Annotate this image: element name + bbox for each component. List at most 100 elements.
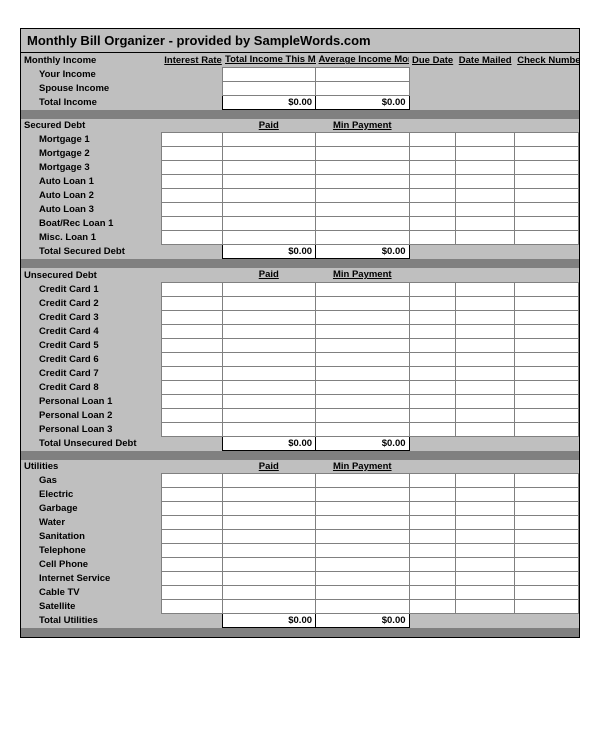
input-cell[interactable] bbox=[514, 488, 578, 502]
input-cell[interactable] bbox=[514, 338, 578, 352]
input-cell[interactable] bbox=[316, 600, 410, 614]
input-cell[interactable] bbox=[222, 67, 316, 81]
input-cell[interactable] bbox=[222, 324, 316, 338]
input-cell[interactable] bbox=[456, 380, 514, 394]
input-cell[interactable] bbox=[409, 572, 456, 586]
input-cell[interactable] bbox=[456, 203, 514, 217]
input-cell[interactable] bbox=[161, 544, 222, 558]
input-cell[interactable] bbox=[222, 338, 316, 352]
input-cell[interactable] bbox=[409, 488, 456, 502]
input-cell[interactable] bbox=[316, 81, 410, 95]
input-cell[interactable] bbox=[222, 352, 316, 366]
input-cell[interactable] bbox=[222, 81, 316, 95]
input-cell[interactable] bbox=[316, 516, 410, 530]
input-cell[interactable] bbox=[316, 352, 410, 366]
input-cell[interactable] bbox=[456, 324, 514, 338]
input-cell[interactable] bbox=[409, 502, 456, 516]
input-cell[interactable] bbox=[514, 175, 578, 189]
input-cell[interactable] bbox=[316, 296, 410, 310]
input-cell[interactable] bbox=[514, 217, 578, 231]
input-cell[interactable] bbox=[161, 231, 222, 245]
input-cell[interactable] bbox=[161, 502, 222, 516]
input-cell[interactable] bbox=[409, 217, 456, 231]
input-cell[interactable] bbox=[456, 310, 514, 324]
input-cell[interactable] bbox=[409, 231, 456, 245]
input-cell[interactable] bbox=[222, 231, 316, 245]
input-cell[interactable] bbox=[456, 133, 514, 147]
input-cell[interactable] bbox=[222, 189, 316, 203]
input-cell[interactable] bbox=[316, 422, 410, 436]
input-cell[interactable] bbox=[222, 133, 316, 147]
input-cell[interactable] bbox=[316, 217, 410, 231]
input-cell[interactable] bbox=[409, 408, 456, 422]
input-cell[interactable] bbox=[456, 296, 514, 310]
input-cell[interactable] bbox=[316, 310, 410, 324]
input-cell[interactable] bbox=[456, 282, 514, 296]
input-cell[interactable] bbox=[514, 530, 578, 544]
input-cell[interactable] bbox=[514, 296, 578, 310]
input-cell[interactable] bbox=[161, 217, 222, 231]
input-cell[interactable] bbox=[316, 161, 410, 175]
input-cell[interactable] bbox=[161, 147, 222, 161]
input-cell[interactable] bbox=[161, 394, 222, 408]
input-cell[interactable] bbox=[456, 586, 514, 600]
input-cell[interactable] bbox=[161, 558, 222, 572]
input-cell[interactable] bbox=[409, 600, 456, 614]
input-cell[interactable] bbox=[409, 189, 456, 203]
input-cell[interactable] bbox=[409, 558, 456, 572]
input-cell[interactable] bbox=[514, 394, 578, 408]
input-cell[interactable] bbox=[161, 422, 222, 436]
input-cell[interactable] bbox=[514, 572, 578, 586]
input-cell[interactable] bbox=[222, 530, 316, 544]
input-cell[interactable] bbox=[222, 600, 316, 614]
input-cell[interactable] bbox=[409, 282, 456, 296]
input-cell[interactable] bbox=[456, 544, 514, 558]
input-cell[interactable] bbox=[456, 175, 514, 189]
input-cell[interactable] bbox=[222, 558, 316, 572]
input-cell[interactable] bbox=[161, 189, 222, 203]
input-cell[interactable] bbox=[409, 366, 456, 380]
input-cell[interactable] bbox=[316, 147, 410, 161]
input-cell[interactable] bbox=[222, 217, 316, 231]
input-cell[interactable] bbox=[316, 502, 410, 516]
input-cell[interactable] bbox=[409, 586, 456, 600]
input-cell[interactable] bbox=[514, 189, 578, 203]
input-cell[interactable] bbox=[409, 530, 456, 544]
input-cell[interactable] bbox=[222, 147, 316, 161]
input-cell[interactable] bbox=[316, 544, 410, 558]
input-cell[interactable] bbox=[514, 544, 578, 558]
input-cell[interactable] bbox=[222, 516, 316, 530]
input-cell[interactable] bbox=[514, 161, 578, 175]
input-cell[interactable] bbox=[316, 338, 410, 352]
input-cell[interactable] bbox=[456, 422, 514, 436]
input-cell[interactable] bbox=[456, 474, 514, 488]
input-cell[interactable] bbox=[514, 352, 578, 366]
input-cell[interactable] bbox=[456, 231, 514, 245]
input-cell[interactable] bbox=[456, 394, 514, 408]
input-cell[interactable] bbox=[409, 296, 456, 310]
input-cell[interactable] bbox=[316, 558, 410, 572]
input-cell[interactable] bbox=[409, 310, 456, 324]
input-cell[interactable] bbox=[409, 516, 456, 530]
input-cell[interactable] bbox=[161, 474, 222, 488]
input-cell[interactable] bbox=[514, 147, 578, 161]
input-cell[interactable] bbox=[514, 324, 578, 338]
input-cell[interactable] bbox=[409, 175, 456, 189]
input-cell[interactable] bbox=[456, 366, 514, 380]
input-cell[interactable] bbox=[514, 380, 578, 394]
input-cell[interactable] bbox=[316, 133, 410, 147]
input-cell[interactable] bbox=[409, 544, 456, 558]
input-cell[interactable] bbox=[161, 380, 222, 394]
input-cell[interactable] bbox=[316, 175, 410, 189]
input-cell[interactable] bbox=[409, 394, 456, 408]
input-cell[interactable] bbox=[456, 600, 514, 614]
input-cell[interactable] bbox=[222, 544, 316, 558]
input-cell[interactable] bbox=[222, 572, 316, 586]
input-cell[interactable] bbox=[316, 203, 410, 217]
input-cell[interactable] bbox=[161, 175, 222, 189]
input-cell[interactable] bbox=[316, 586, 410, 600]
input-cell[interactable] bbox=[409, 203, 456, 217]
input-cell[interactable] bbox=[222, 586, 316, 600]
input-cell[interactable] bbox=[316, 380, 410, 394]
input-cell[interactable] bbox=[222, 502, 316, 516]
